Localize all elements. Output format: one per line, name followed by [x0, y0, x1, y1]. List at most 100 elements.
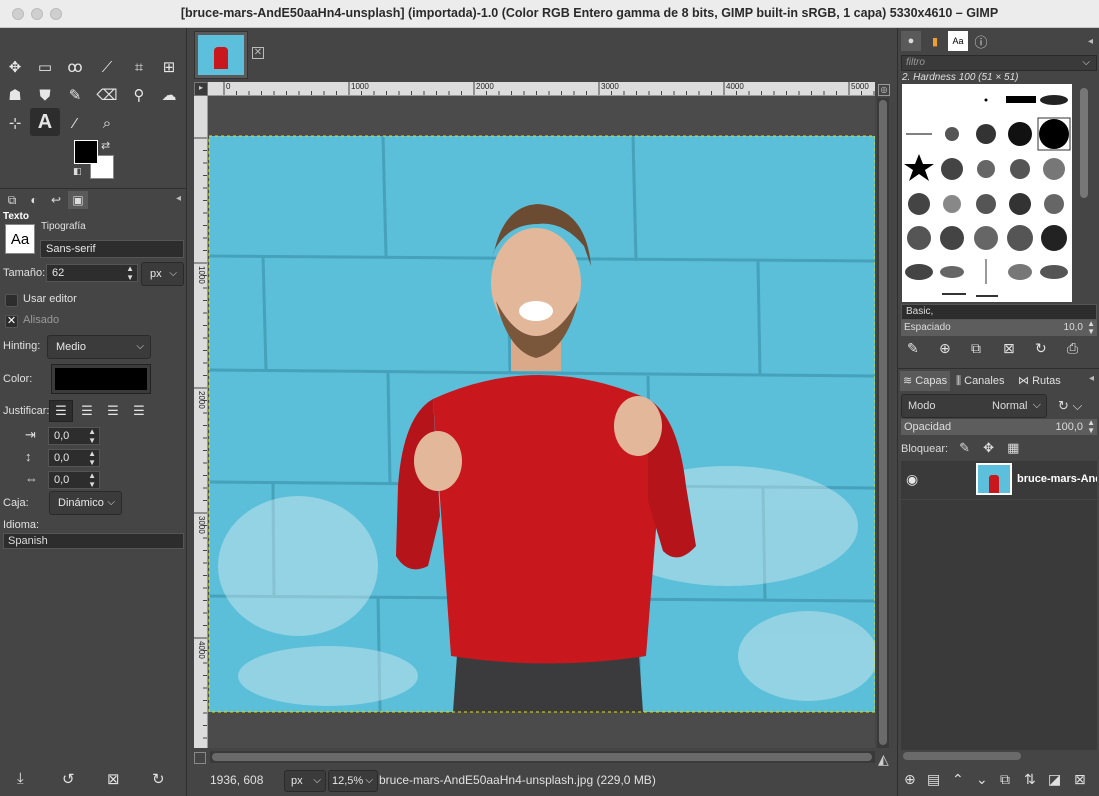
- horizontal-scrollbar[interactable]: [210, 751, 875, 763]
- navigate-icon[interactable]: ◭: [878, 751, 889, 768]
- lock-position-icon[interactable]: ✥: [983, 440, 994, 455]
- transform-icon[interactable]: ⊞: [156, 54, 182, 80]
- duplicate-layer-icon[interactable]: ⧉: [1000, 771, 1010, 788]
- opacity-spinner-icon[interactable]: ▲ ▼: [1087, 419, 1095, 435]
- text-color-button[interactable]: [51, 364, 151, 394]
- layer-row[interactable]: ◉ bruce-mars-AndE: [901, 461, 1097, 499]
- maximize-window-button[interactable]: [50, 8, 62, 20]
- line-spacing-field[interactable]: 0,0 ▲ ▼: [48, 449, 100, 467]
- minimize-window-button[interactable]: [31, 8, 43, 20]
- move-tool-icon[interactable]: ✥: [2, 54, 28, 80]
- font-preview-button[interactable]: Aa: [5, 224, 35, 254]
- font-field[interactable]: Sans-serif: [40, 240, 184, 258]
- new-layer-group-icon[interactable]: ▤: [927, 771, 940, 788]
- warp-icon[interactable]: ☗: [2, 82, 28, 108]
- text-tool-icon[interactable]: A: [30, 108, 60, 136]
- raise-layer-icon[interactable]: ⌃: [952, 771, 964, 788]
- dock-menu-icon[interactable]: ◂: [1089, 373, 1094, 384]
- refresh-brushes-icon[interactable]: ↻: [1035, 340, 1047, 357]
- layer-mask-icon[interactable]: ◪: [1048, 771, 1061, 788]
- undo-history-tab-icon[interactable]: ↩: [46, 191, 66, 209]
- clone-icon[interactable]: ⚲: [126, 82, 152, 108]
- color-picker-icon[interactable]: ⁄: [62, 110, 88, 136]
- ruler-corner-menu-icon[interactable]: ▸: [194, 82, 208, 96]
- dock-menu-icon[interactable]: ◂: [1088, 36, 1093, 47]
- rect-select-icon[interactable]: ▭: [32, 54, 58, 80]
- justify-center-icon[interactable]: ☰: [101, 400, 125, 422]
- language-field[interactable]: Spanish: [3, 533, 184, 549]
- new-brush-icon[interactable]: ⊕: [939, 340, 951, 357]
- patterns-tab-icon[interactable]: ▮: [925, 31, 945, 51]
- delete-brush-icon[interactable]: ⊠: [1003, 340, 1015, 357]
- paintbrush-icon[interactable]: ✎: [62, 82, 88, 108]
- brush-spacing-slider[interactable]: Espaciado 10,0 ▲ ▼: [901, 320, 1097, 336]
- vertical-scrollbar[interactable]: [877, 98, 889, 748]
- layer-name[interactable]: bruce-mars-AndE: [1017, 473, 1097, 485]
- zoom-fit-icon[interactable]: ◎: [878, 84, 890, 96]
- lock-alpha-icon[interactable]: ▦: [1007, 440, 1019, 455]
- fonts-tab-icon[interactable]: Aa: [948, 31, 968, 51]
- antialias-checkbox[interactable]: ✕: [5, 315, 18, 328]
- crop-icon[interactable]: ⌗: [126, 54, 152, 80]
- dock-menu-icon[interactable]: ◂: [176, 193, 181, 204]
- duplicate-brush-icon[interactable]: ⧉: [971, 340, 981, 357]
- indent-field[interactable]: 0,0 ▲ ▼: [48, 427, 100, 445]
- anchor-layer-icon[interactable]: ⇅: [1024, 771, 1036, 788]
- fuzzy-select-icon[interactable]: ⟋: [94, 54, 120, 80]
- restore-preset-icon[interactable]: ↺: [62, 770, 75, 788]
- lasso-icon[interactable]: ꝏ: [62, 54, 88, 80]
- delete-preset-icon[interactable]: ⊠: [107, 770, 120, 788]
- hinting-combo[interactable]: Medio ⌵: [47, 335, 151, 359]
- use-editor-checkbox[interactable]: [5, 294, 18, 307]
- images-tab-icon[interactable]: ▣: [68, 191, 88, 209]
- tab-channels[interactable]: ⫼ Canales: [953, 371, 1007, 391]
- eraser-icon[interactable]: ⌫: [94, 82, 120, 108]
- close-window-button[interactable]: [12, 8, 24, 20]
- layer-mode-combo[interactable]: Modo Normal ⌵: [901, 394, 1047, 418]
- size-unit-combo[interactable]: px ⌵: [141, 262, 184, 286]
- smudge-icon[interactable]: ☁: [156, 82, 182, 108]
- layers-scrollbar[interactable]: [901, 750, 1097, 762]
- line-spacing-spinner-icon[interactable]: ▲ ▼: [88, 449, 96, 467]
- brush-filter-input[interactable]: filtro ⌵: [901, 55, 1097, 71]
- delete-layer-icon[interactable]: ⊠: [1074, 771, 1086, 788]
- edit-brush-icon[interactable]: ✎: [907, 340, 919, 357]
- opacity-slider[interactable]: Opacidad 100,0 ▲ ▼: [901, 419, 1097, 435]
- brush-grid[interactable]: [902, 84, 1072, 302]
- tab-paths[interactable]: ⋈ Rutas: [1015, 371, 1064, 391]
- swap-colors-icon[interactable]: ⇄: [101, 139, 110, 152]
- tab-layers[interactable]: ≋ Capas: [900, 371, 951, 391]
- brush-scrollbar[interactable]: [1074, 84, 1094, 302]
- unit-combo[interactable]: px ⌵: [284, 770, 326, 792]
- zoom-combo[interactable]: 12,5% ⌵: [328, 770, 378, 792]
- brushes-tab-icon[interactable]: ●: [901, 31, 921, 51]
- brush-as-image-icon[interactable]: ⎙: [1067, 340, 1078, 357]
- quick-mask-toggle[interactable]: [194, 752, 206, 764]
- reset-colors-icon[interactable]: ◧: [73, 166, 82, 177]
- justify-right-icon[interactable]: ☰: [75, 400, 99, 422]
- canvas[interactable]: [208, 96, 875, 748]
- bucket-fill-icon[interactable]: ⛊: [32, 82, 58, 108]
- layer-mode-switch-button[interactable]: ↻ ⌵: [1054, 394, 1096, 418]
- brush-tag-input[interactable]: Basic,: [901, 304, 1097, 320]
- reset-defaults-icon[interactable]: ↻: [152, 770, 165, 788]
- foreground-color-swatch[interactable]: [74, 140, 98, 164]
- image-tab[interactable]: [194, 31, 248, 79]
- lower-layer-icon[interactable]: ⌄: [976, 771, 988, 788]
- zoom-icon[interactable]: ⌕: [94, 110, 120, 136]
- lock-pixels-icon[interactable]: ✎: [959, 440, 970, 455]
- close-tab-icon[interactable]: ✕: [252, 47, 264, 59]
- visibility-eye-icon[interactable]: ◉: [906, 471, 918, 488]
- paths-icon[interactable]: ⊹: [2, 110, 28, 136]
- letter-spacing-spinner-icon[interactable]: ▲ ▼: [88, 471, 96, 489]
- help-tab-icon[interactable]: ⓘ: [971, 31, 991, 51]
- indent-spinner-icon[interactable]: ▲ ▼: [88, 427, 96, 445]
- device-status-tab-icon[interactable]: ◐: [24, 191, 44, 209]
- size-spinner-icon[interactable]: ▲ ▼: [126, 264, 134, 282]
- justify-left-icon[interactable]: ☰: [49, 400, 73, 422]
- justify-fill-icon[interactable]: ☰: [127, 400, 151, 422]
- save-preset-icon[interactable]: ⤓: [17, 770, 24, 787]
- box-combo[interactable]: Dinámico ⌵: [49, 491, 122, 515]
- spacing-spinner-icon[interactable]: ▲ ▼: [1087, 320, 1095, 336]
- tool-options-tab-icon[interactable]: ⧉: [2, 191, 22, 209]
